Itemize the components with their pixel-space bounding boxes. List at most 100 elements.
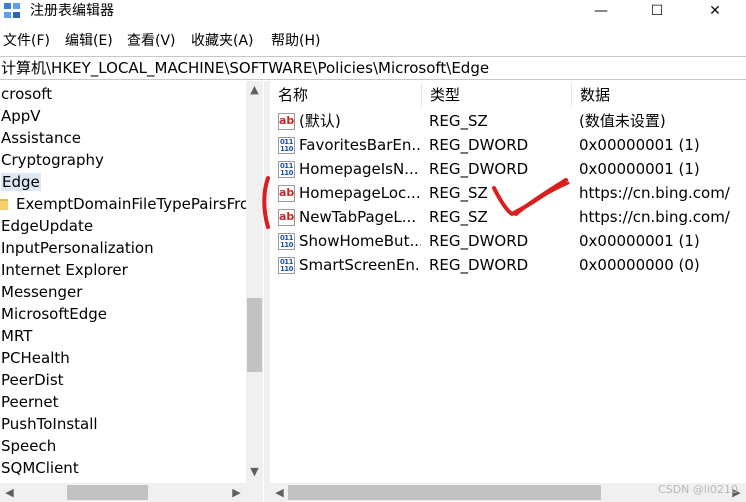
column-header-name[interactable]: 名称 — [270, 83, 422, 107]
tree-item[interactable]: InputPersonalization — [0, 237, 246, 259]
menu-favorites[interactable]: 收藏夹(A) — [191, 30, 254, 52]
window-title: 注册表编辑器 — [30, 3, 114, 19]
tree-item-label: PCHealth — [1, 349, 70, 367]
tree-item-label: Messenger — [1, 283, 83, 301]
value-type: REG_DWORD — [429, 232, 529, 250]
value-type: REG_SZ — [429, 208, 488, 226]
tree-item-label: Assistance — [1, 129, 81, 147]
menu-view[interactable]: 查看(V) — [127, 30, 176, 52]
scroll-right-arrow-icon[interactable]: ▶ — [228, 486, 245, 499]
string-value-icon: ab — [278, 113, 295, 130]
value-data: 0x00000000 (0) — [579, 256, 700, 274]
value-row[interactable]: ab NewTabPageL... REG_SZ https://cn.bing.co… — [270, 205, 746, 229]
csdn-watermark: CSDN @li0210 — [658, 483, 738, 496]
values-pane: 名称 类型 数据 ab (默认) REG_SZ (数值未设置) 011 110 Favor… — [270, 81, 746, 502]
value-data: https://cn.bing.com/ — [579, 184, 730, 202]
value-type: REG_SZ — [429, 112, 488, 130]
tree-item-label: crosoft — [1, 85, 53, 103]
value-row[interactable]: 011 110 FavoritesBarEn... REG_DWORD 0x00000… — [270, 133, 746, 157]
scroll-left-arrow-icon[interactable]: ◀ — [271, 486, 288, 499]
value-name: SmartScreenEn... — [299, 256, 421, 274]
tree-item[interactable]: Edge — [0, 171, 246, 193]
tree-item[interactable]: MRT — [0, 325, 246, 347]
menu-bar: 文件(F) 编辑(E) 查看(V) 收藏夹(A) 帮助(H) — [0, 30, 746, 52]
tree-item-label: Speech — [1, 437, 57, 455]
tree-item[interactable]: crosoft — [0, 83, 246, 105]
title-bar: 注册表编辑器 — ☐ ✕ — [0, 0, 746, 24]
tree-item-label: ExemptDomainFileTypePairsFrom — [16, 195, 246, 213]
tree-scroll-thumb[interactable] — [247, 298, 262, 372]
regedit-app-icon — [4, 3, 22, 20]
column-header-data[interactable]: 数据 — [572, 83, 746, 107]
address-bar[interactable]: 计算机\HKEY_LOCAL_MACHINE\SOFTWARE\Policies… — [0, 56, 746, 80]
tree-item[interactable]: AppV — [0, 105, 246, 127]
value-name: ShowHomeBut... — [299, 232, 421, 250]
tree-item-label: MRT — [1, 327, 33, 345]
column-header-type[interactable]: 类型 — [422, 83, 572, 107]
value-type: REG_DWORD — [429, 136, 529, 154]
string-value-icon: ab — [278, 185, 295, 202]
scroll-up-arrow-icon[interactable]: ▲ — [246, 83, 263, 96]
tree-vertical-scrollbar[interactable]: ▲ ▼ — [246, 81, 263, 483]
tree-item[interactable]: Internet Explorer — [0, 259, 246, 281]
tree-hscroll-thumb[interactable] — [67, 485, 148, 500]
value-type: REG_DWORD — [429, 160, 529, 178]
tree-item[interactable]: Assistance — [0, 127, 246, 149]
value-data: (数值未设置) — [579, 112, 666, 130]
tree-item-label: InputPersonalization — [1, 239, 154, 257]
tree-item[interactable]: Messenger — [0, 281, 246, 303]
tree-item-label: MicrosoftEdge — [1, 305, 108, 323]
tree-item[interactable]: Speech — [0, 435, 246, 457]
tree-item[interactable]: MicrosoftEdge — [0, 303, 246, 325]
string-value-icon: ab — [278, 209, 295, 226]
tree-item-label: Peernet — [1, 393, 59, 411]
value-row[interactable]: 011 110 HomepageIsN... REG_DWORD 0x00000001… — [270, 157, 746, 181]
value-name: (默认) — [299, 112, 341, 130]
menu-file[interactable]: 文件(F) — [3, 30, 50, 52]
values-hscroll-thumb[interactable] — [288, 485, 601, 500]
tree-item[interactable]: SQMClient — [0, 457, 246, 479]
tree-item[interactable]: PushToInstall — [0, 413, 246, 435]
tree-item[interactable]: ExemptDomainFileTypePairsFrom — [0, 193, 246, 215]
tree-item-label: AppV — [1, 107, 41, 125]
value-name: NewTabPageL... — [299, 208, 417, 226]
value-type: REG_DWORD — [429, 256, 529, 274]
menu-edit[interactable]: 编辑(E) — [65, 30, 113, 52]
tree-item[interactable]: PCHealth — [0, 347, 246, 369]
value-row[interactable]: ab HomepageLoc... REG_SZ https://cn.bing.co… — [270, 181, 746, 205]
tree-item-label: Internet Explorer — [1, 261, 128, 279]
value-row[interactable]: 011 110 SmartScreenEn... REG_DWORD 0x000000… — [270, 253, 746, 277]
tree-item-label: Cryptography — [1, 151, 104, 169]
tree-item[interactable]: EdgeUpdate — [0, 215, 246, 237]
value-name: HomepageLoc... — [299, 184, 421, 202]
folder-icon — [0, 199, 8, 210]
value-row[interactable]: 011 110 ShowHomeBut... REG_DWORD 0x00000001… — [270, 229, 746, 253]
tree-item[interactable]: Cryptography — [0, 149, 246, 171]
key-tree-pane: crosoft AppV Assistance Cryptography Edge Exe… — [0, 81, 264, 502]
value-row[interactable]: ab (默认) REG_SZ (数值未设置) — [270, 109, 746, 133]
tree-item[interactable]: PeerDist — [0, 369, 246, 391]
scroll-left-arrow-icon[interactable]: ◀ — [1, 486, 18, 499]
dword-value-icon: 011 110 — [278, 137, 295, 154]
value-type: REG_SZ — [429, 184, 488, 202]
tree-item[interactable]: Peernet — [0, 391, 246, 413]
menu-help[interactable]: 帮助(H) — [271, 30, 320, 52]
value-data: 0x00000001 (1) — [579, 136, 700, 154]
key-tree: crosoft AppV Assistance Cryptography Edge Exe… — [0, 83, 246, 479]
scrollbar-corner — [246, 483, 263, 502]
value-name: FavoritesBarEn... — [299, 136, 421, 154]
tree-item-label: PeerDist — [1, 371, 64, 389]
tree-horizontal-scrollbar[interactable]: ◀ ▶ — [0, 483, 246, 502]
minimize-button[interactable]: — — [578, 0, 624, 24]
value-data: 0x00000001 (1) — [579, 232, 700, 250]
close-button[interactable]: ✕ — [692, 0, 738, 24]
tree-item-label: Edge — [1, 173, 41, 191]
dword-value-icon: 011 110 — [278, 161, 295, 178]
tree-item-label: SQMClient — [1, 459, 79, 477]
tree-item-label: PushToInstall — [1, 415, 98, 433]
scroll-down-arrow-icon[interactable]: ▼ — [246, 465, 263, 478]
dword-value-icon: 011 110 — [278, 257, 295, 274]
value-name: HomepageIsN... — [299, 160, 419, 178]
value-data: 0x00000001 (1) — [579, 160, 700, 178]
maximize-button[interactable]: ☐ — [634, 0, 680, 24]
